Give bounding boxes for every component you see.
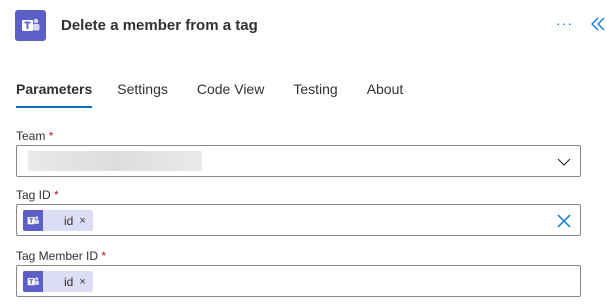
team-label-text: Team <box>16 129 46 143</box>
team-value-redacted <box>28 151 202 171</box>
dynamic-content-token[interactable]: id × <box>23 271 93 292</box>
tab-settings[interactable]: Settings <box>117 80 168 108</box>
tag-member-id-label-text: Tag Member ID <box>16 249 99 263</box>
action-title: Delete a member from a tag <box>61 17 258 34</box>
team-label: Team * <box>16 129 53 143</box>
more-options-icon[interactable]: ··· <box>556 15 573 31</box>
tab-about[interactable]: About <box>367 80 404 108</box>
tab-code-view[interactable]: Code View <box>197 80 264 108</box>
tag-member-id-field[interactable]: id × <box>16 265 581 297</box>
tab-bar: Parameters Settings Code View Testing Ab… <box>16 80 403 110</box>
tag-id-label-text: Tag ID <box>16 188 51 202</box>
token-remove-icon[interactable]: × <box>79 276 92 288</box>
tab-parameters[interactable]: Parameters <box>16 80 93 108</box>
team-dropdown[interactable] <box>16 145 581 177</box>
required-mark: * <box>101 249 107 263</box>
tag-id-field[interactable]: id × <box>16 204 581 236</box>
double-chevron-left-icon[interactable] <box>589 12 607 36</box>
required-mark: * <box>54 188 59 202</box>
token-remove-icon[interactable]: × <box>79 215 92 227</box>
teams-icon <box>23 271 43 292</box>
clear-x-icon[interactable] <box>556 213 572 229</box>
token-label: id <box>64 274 74 289</box>
action-header: Delete a member from a tag ··· <box>0 0 607 52</box>
tab-testing[interactable]: Testing <box>293 80 337 108</box>
chevron-down-icon[interactable] <box>557 155 571 169</box>
token-label: id <box>64 213 74 228</box>
tag-id-label: Tag ID * <box>16 188 59 202</box>
required-mark: * <box>48 129 54 143</box>
teams-icon <box>15 10 46 41</box>
dynamic-content-token[interactable]: id × <box>23 210 93 231</box>
tag-member-id-label: Tag Member ID * <box>16 249 106 263</box>
teams-icon <box>23 210 43 231</box>
